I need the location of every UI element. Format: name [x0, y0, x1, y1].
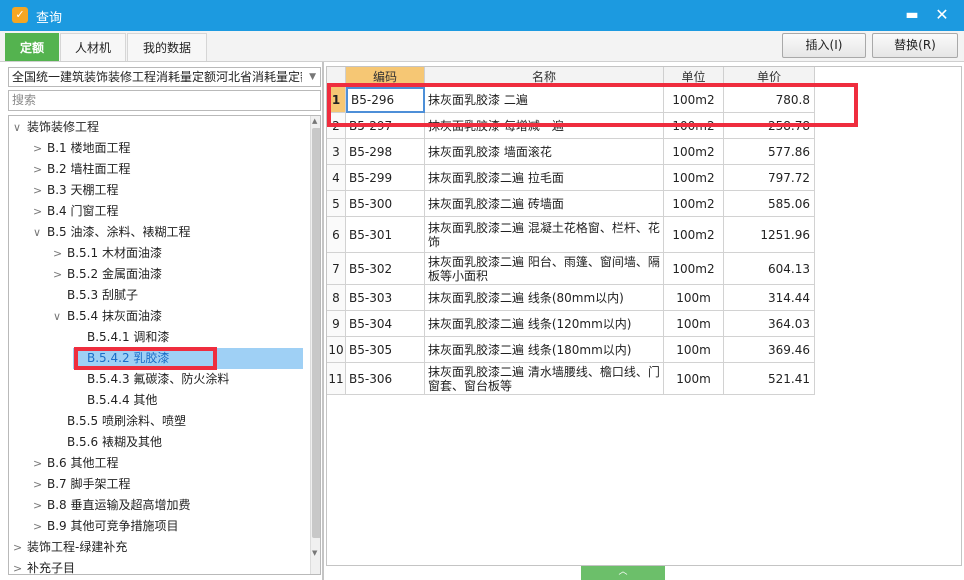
app-icon: ✓ — [12, 7, 28, 23]
tree-item[interactable]: ∨ B.5 油漆、涂料、裱糊工程 — [33, 222, 191, 243]
tree-item[interactable]: > B.7 脚手架工程 — [33, 474, 131, 495]
chevron-right-icon[interactable]: > — [33, 201, 47, 222]
chevron-right-icon[interactable]: > — [13, 537, 27, 558]
tree-item[interactable]: ∨ B.5.4 抹灰面油漆 — [53, 306, 162, 327]
chevron-down-icon[interactable]: ∨ — [13, 117, 27, 138]
chevron-right-icon[interactable]: > — [33, 159, 47, 180]
header-price[interactable]: 单价 — [724, 67, 815, 87]
header-num — [327, 67, 346, 87]
tree-item[interactable]: B.5.4.4 其他 — [73, 390, 157, 411]
chevron-down-icon[interactable]: ∨ — [53, 306, 67, 327]
insert-button[interactable]: 插入(I) — [782, 33, 866, 58]
scroll-up-icon[interactable]: ▲ — [312, 117, 317, 125]
close-button[interactable]: ✕ — [932, 5, 952, 25]
expand-handle-icon[interactable]: ︿ — [581, 566, 665, 580]
tree-item-selected[interactable]: B.5.4.2 乳胶漆 — [73, 348, 303, 369]
tab-quota[interactable]: 定额 — [5, 33, 59, 61]
tree-item[interactable]: B.5.5 喷刷涂料、喷塑 — [53, 411, 186, 432]
chevron-right-icon[interactable]: > — [13, 558, 27, 574]
chevron-right-icon[interactable]: > — [53, 264, 67, 285]
chevron-right-icon[interactable]: > — [33, 180, 47, 201]
tree-item[interactable]: > B.4 门窗工程 — [33, 201, 119, 222]
chevron-right-icon[interactable]: > — [33, 138, 47, 159]
tree-item[interactable]: > B.5.2 金属面油漆 — [53, 264, 162, 285]
tab-materials[interactable]: 人材机 — [60, 33, 126, 61]
chevron-right-icon[interactable]: > — [33, 495, 47, 516]
tree-item[interactable]: > B.5.1 木材面油漆 — [53, 243, 162, 264]
header-name[interactable]: 名称 — [425, 67, 664, 87]
tree-item[interactable]: B.5.3 刮腻子 — [53, 285, 138, 306]
chevron-down-icon[interactable]: ∨ — [33, 222, 47, 243]
scroll-thumb[interactable] — [312, 128, 320, 538]
header-unit[interactable]: 单位 — [664, 67, 724, 87]
tree-item[interactable]: > B.8 垂直运输及超高增加费 — [33, 495, 191, 516]
tree-item[interactable]: ∨ 装饰装修工程 — [13, 117, 99, 138]
tree-item[interactable]: > B.1 楼地面工程 — [33, 138, 131, 159]
chevron-right-icon[interactable]: > — [53, 243, 67, 264]
tree-item[interactable]: > 装饰工程-绿建补充 — [13, 537, 127, 558]
tree-item[interactable]: B.5.4.1 调和漆 — [73, 327, 169, 348]
pane-splitter[interactable] — [322, 62, 324, 580]
window-title: 查询 — [36, 11, 63, 26]
tree-item[interactable]: B.5.4.3 氟碳漆、防火涂料 — [73, 369, 229, 390]
tree-scrollbar[interactable]: ▲ ▼ — [310, 116, 320, 574]
tree-item[interactable]: > B.2 墙柱面工程 — [33, 159, 131, 180]
replace-button[interactable]: 替换(R) — [872, 33, 958, 58]
library-select-value: 全国统一建筑装饰装修工程消耗量定额河北省消耗量定额 — [12, 70, 302, 84]
dropdown-arrow-icon: ▼ — [309, 72, 316, 82]
window-titlebar: ✓ 查询 ▬ ✕ — [0, 0, 964, 31]
chevron-right-icon[interactable]: > — [33, 453, 47, 474]
tree-item[interactable]: B.5.6 裱糊及其他 — [53, 432, 162, 453]
tree-item[interactable]: > B.6 其他工程 — [33, 453, 119, 474]
tree-item[interactable]: > 补充子目 — [13, 558, 75, 574]
category-tree: ∨ 装饰装修工程 > B.1 楼地面工程 > B.2 墙柱面工程 > B.3 天棚工程 … — [8, 115, 321, 575]
quota-grid: 编码 名称 单位 单价 1 B5-296 抹灰面乳胶漆 二遍 100m2 780… — [326, 66, 962, 566]
search-input[interactable]: 搜索 — [8, 90, 321, 111]
tree-item[interactable]: > B.3 天棚工程 — [33, 180, 119, 201]
chevron-right-icon[interactable]: > — [33, 474, 47, 495]
minimize-button[interactable]: ▬ — [902, 5, 922, 25]
chevron-right-icon[interactable]: > — [33, 516, 47, 537]
tab-my-data[interactable]: 我的数据 — [127, 33, 207, 61]
scroll-down-icon[interactable]: ▼ — [312, 549, 317, 557]
tree-item[interactable]: > B.9 其他可竞争措施项目 — [33, 516, 179, 537]
header-code[interactable]: 编码 — [346, 67, 425, 87]
library-select[interactable]: 全国统一建筑装饰装修工程消耗量定额河北省消耗量定额 ▼ — [8, 67, 321, 87]
